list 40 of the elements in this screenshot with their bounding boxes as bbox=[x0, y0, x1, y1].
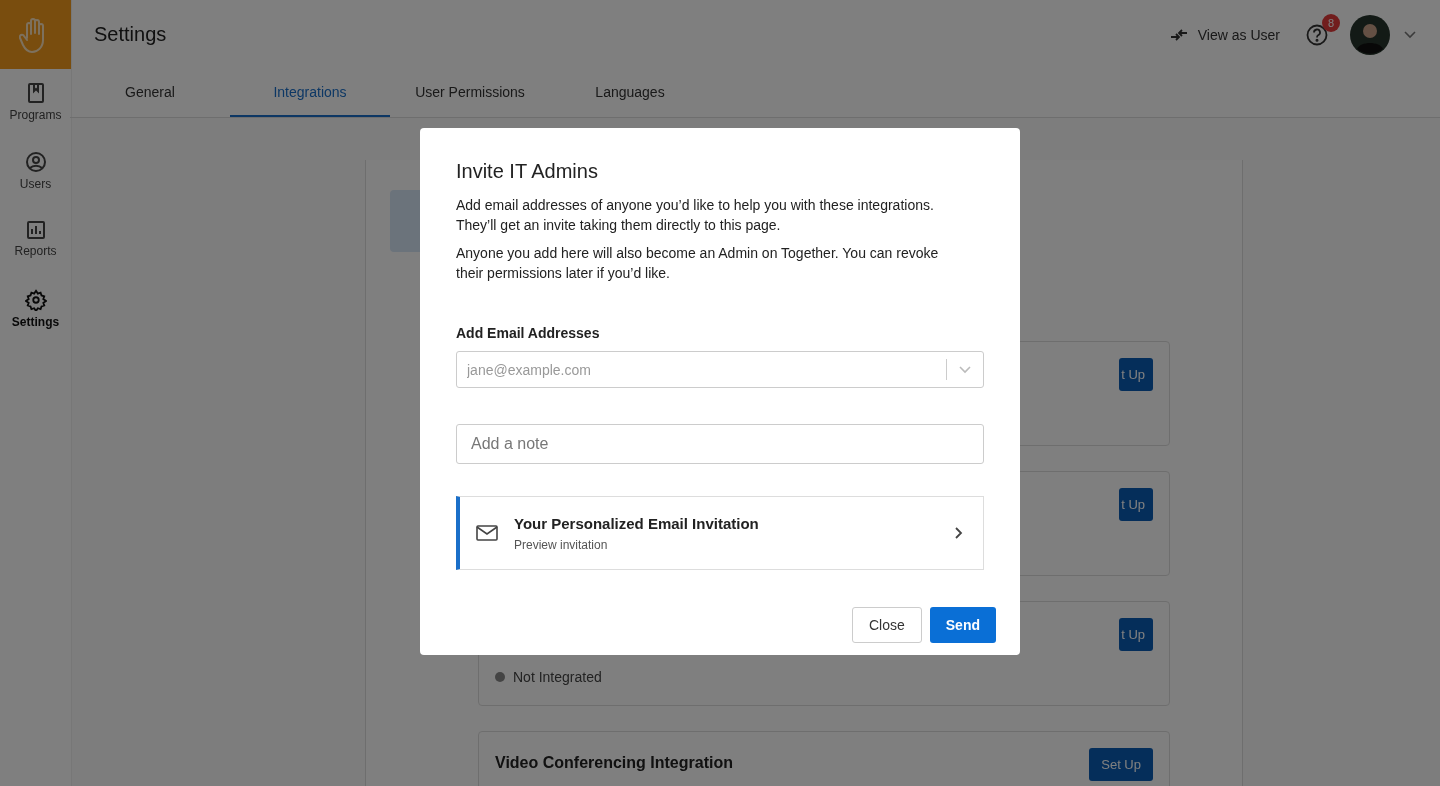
card-title: Video Conferencing Integration bbox=[495, 753, 733, 772]
chevron-right-icon bbox=[955, 527, 963, 539]
invitation-preview-item[interactable]: Your Personalized Email Invitation Preview invitation bbox=[456, 496, 984, 570]
book-icon bbox=[25, 82, 46, 104]
close-button[interactable]: Close bbox=[851, 607, 922, 643]
tab[interactable]: User Permissions bbox=[390, 69, 550, 117]
sidebar-item[interactable]: Programs bbox=[0, 69, 71, 138]
note-field[interactable]: Add a note bbox=[456, 424, 984, 464]
invitation-subtitle: Preview invitation bbox=[514, 537, 609, 552]
chevron-down-icon[interactable] bbox=[1404, 30, 1416, 39]
field-label: Add Email Addresses bbox=[456, 325, 601, 341]
dialog-title: Invite IT Admins bbox=[456, 160, 599, 183]
set-up-button[interactable]: Set Up bbox=[1089, 748, 1153, 781]
status-label: Not Integrated bbox=[495, 669, 602, 685]
envelope-icon bbox=[476, 525, 498, 541]
user-icon bbox=[24, 151, 47, 173]
email-field[interactable]: jane@example.com bbox=[456, 351, 984, 388]
help-button[interactable] bbox=[1306, 23, 1328, 46]
page-title: Settings bbox=[94, 23, 167, 46]
notification-badge: 8 bbox=[1322, 13, 1340, 32]
logo[interactable] bbox=[0, 0, 71, 69]
set-up-button[interactable]: t Up bbox=[1119, 488, 1153, 521]
dialog-text: Add email addresses of anyone you’d like to help you with these integrations. They’ll get an invite taking them directly to this page. bbox=[456, 196, 935, 235]
view-as-user-button[interactable]: View as User bbox=[1163, 25, 1286, 44]
send-button[interactable]: Send bbox=[929, 607, 996, 643]
settings-icon bbox=[24, 289, 47, 311]
chevron-down-icon[interactable] bbox=[959, 366, 971, 374]
sidebar-item[interactable]: Reports bbox=[0, 207, 71, 276]
set-up-button[interactable]: t Up bbox=[1119, 618, 1153, 651]
invitation-title: Your Personalized Email Invitation bbox=[514, 514, 760, 532]
swap-arrows-icon bbox=[1169, 28, 1188, 41]
bar-chart-icon bbox=[25, 220, 46, 240]
sidebar-item[interactable]: Users bbox=[0, 138, 71, 207]
avatar[interactable] bbox=[1350, 14, 1390, 55]
tab[interactable]: General bbox=[70, 69, 230, 117]
set-up-button[interactable]: t Up bbox=[1119, 358, 1153, 391]
sidebar-item[interactable]: Settings bbox=[0, 276, 71, 345]
tab[interactable]: Languages bbox=[550, 69, 710, 117]
dialog-text: Anyone you add here will also become an Admin on Together. You can revoke their permissions later if you’d like. bbox=[456, 244, 940, 283]
help-icon bbox=[1306, 23, 1328, 46]
